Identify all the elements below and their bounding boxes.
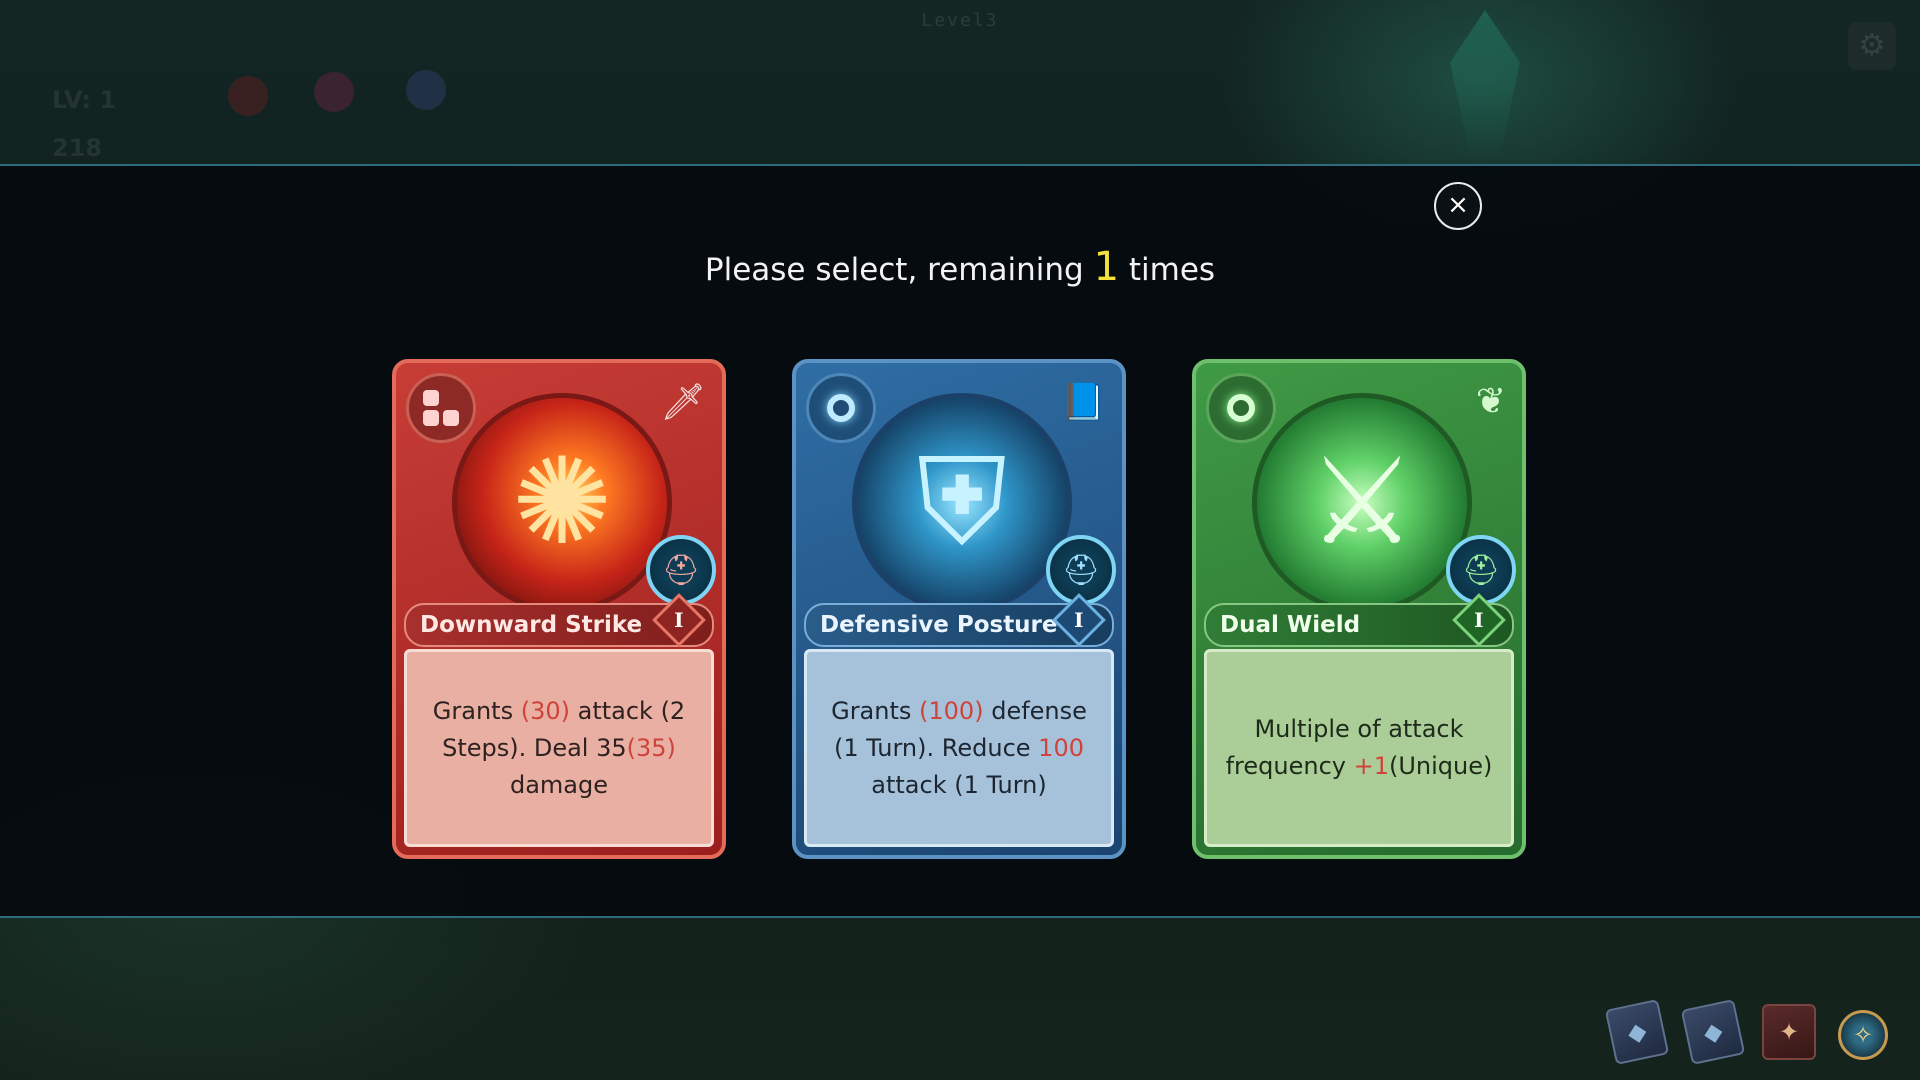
leaf-icon: ❦ (1475, 381, 1506, 422)
prompt-prefix: Please select, remaining (704, 252, 1084, 288)
card-dual-wield[interactable]: ❦ ⚔ ⛑ Dual Wield I Multiple of attack fr… (1192, 359, 1526, 859)
card-description: Multiple of attack frequency +1(Unique) (1204, 649, 1514, 847)
desc-highlight: 100 (1038, 733, 1084, 762)
card-description: Grants (100) defense (1 Turn). Reduce 10… (804, 649, 1114, 847)
desc-text: attack (1 Turn) (871, 770, 1047, 799)
desc-text: damage (509, 770, 609, 799)
card-art-crossed-swords: ⚔ (1252, 393, 1472, 613)
spellbook-icon[interactable]: ✦ (1762, 1004, 1816, 1060)
sword-icon: 🗡 (660, 382, 706, 423)
rank-label: I (1474, 607, 1484, 632)
card-cost-badge (1206, 373, 1276, 443)
ring-icon (1227, 394, 1255, 422)
status-icon (406, 70, 446, 110)
card-name: Dual Wield (1220, 612, 1361, 638)
player-level: LV: 1 (52, 86, 117, 114)
card-options: 🗡 ✺ ⛑ Downward Strike I Grants (30) atta… (392, 359, 1526, 859)
card-defensive-posture[interactable]: 📘 ⛨ ⛑ Defensive Posture I Grants (100) d… (792, 359, 1126, 859)
card-name-bar: Defensive Posture I (804, 593, 1114, 647)
close-button[interactable]: × (1434, 182, 1482, 230)
card-downward-strike[interactable]: 🗡 ✺ ⛑ Downward Strike I Grants (30) atta… (392, 359, 726, 859)
desc-text: (Unique) (1389, 752, 1493, 780)
desc-highlight: (100) (919, 696, 984, 725)
level-label: Level3 (921, 10, 999, 31)
card-art-slash: ✺ (452, 393, 672, 613)
card-cost-badge (806, 373, 876, 443)
selection-prompt: Please select, remaining 1 times (0, 244, 1920, 290)
status-icon (314, 72, 354, 112)
settings-gear-icon[interactable]: ⚙ (1848, 22, 1896, 70)
dots-icon (423, 390, 459, 426)
desc-text: Grants (831, 696, 920, 725)
ring-icon (827, 394, 855, 422)
card-description: Grants (30) attack (2 Steps). Deal 35(35… (404, 649, 714, 847)
status-icon (228, 76, 268, 116)
card-name: Downward Strike (420, 612, 643, 638)
book-icon: 📘 (1061, 382, 1106, 423)
remaining-count: 1 (1093, 244, 1120, 290)
rank-badge: I (1052, 593, 1106, 647)
desc-text: Grants (432, 696, 521, 725)
card-name: Defensive Posture (820, 612, 1058, 638)
rank-badge: I (652, 593, 706, 647)
prompt-suffix: times (1128, 252, 1216, 288)
desc-highlight: (35) (626, 733, 676, 762)
rank-label: I (674, 607, 684, 632)
deck-icon[interactable]: ◆ (1604, 998, 1670, 1066)
desc-highlight: +1 (1353, 752, 1389, 780)
bottom-tray: ◆ ◆ ✦ ✧ (1604, 998, 1888, 1066)
rank-label: I (1074, 607, 1084, 632)
card-art-shield: ⛨ (852, 393, 1072, 613)
compass-icon[interactable]: ✧ (1838, 1010, 1888, 1060)
card-cost-badge (406, 373, 476, 443)
close-icon: × (1447, 190, 1469, 220)
card-name-bar: Dual Wield I (1204, 593, 1514, 647)
rank-badge: I (1452, 593, 1506, 647)
deck-icon[interactable]: ◆ (1680, 998, 1746, 1066)
card-name-bar: Downward Strike I (404, 593, 714, 647)
desc-highlight: (30) (520, 696, 570, 725)
player-hp: 218 (52, 134, 103, 162)
card-selection-modal: × Please select, remaining 1 times 🗡 ✺ ⛑… (0, 164, 1920, 918)
